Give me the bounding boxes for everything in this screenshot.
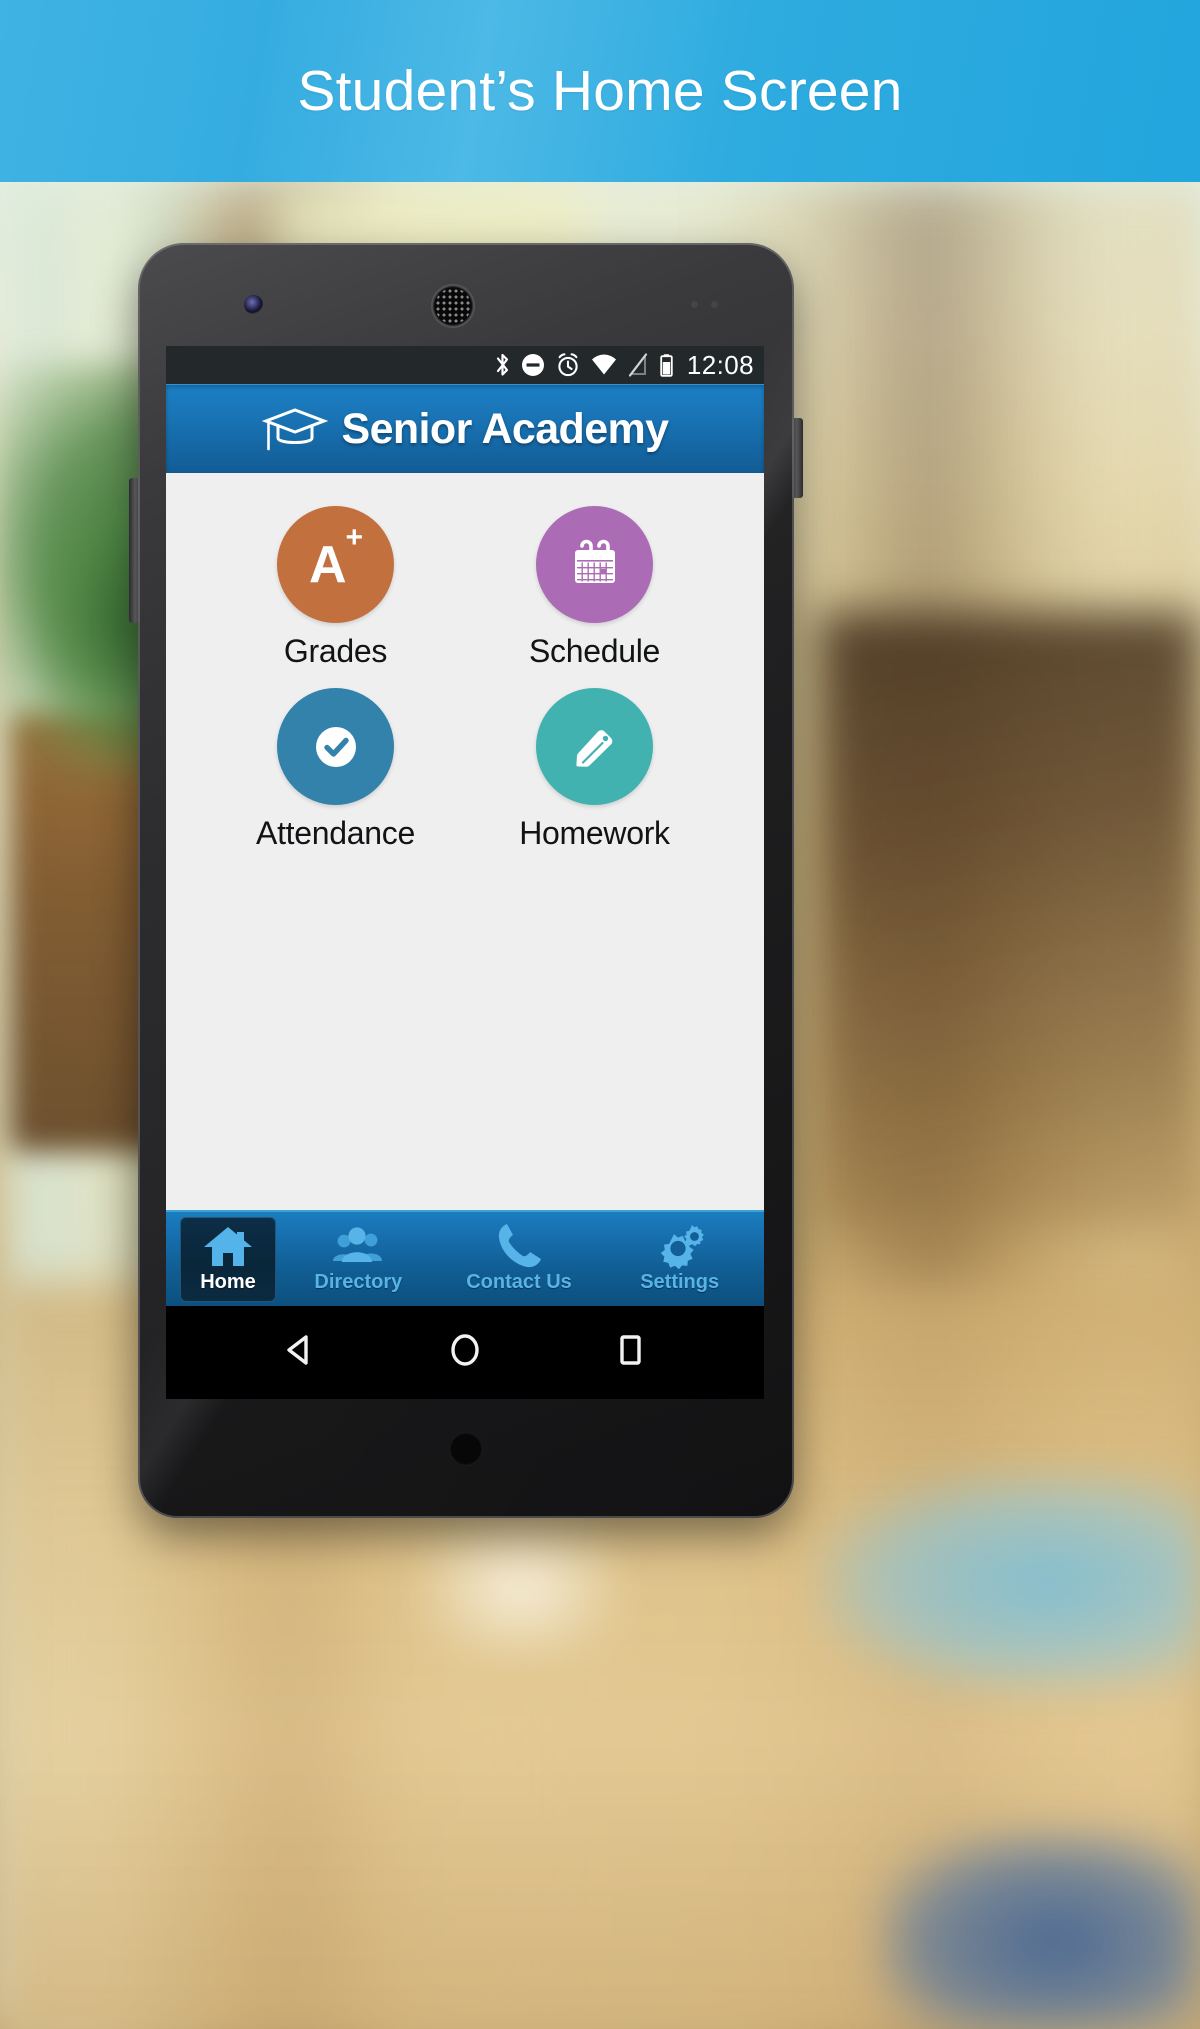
people-icon <box>330 1222 386 1270</box>
app-content: A+ Grades Schedule Attendance Homework <box>166 473 764 1210</box>
tile-grades[interactable]: A+ Grades <box>206 506 465 670</box>
tab-home[interactable]: Home <box>180 1217 276 1302</box>
wifi-icon <box>591 354 616 375</box>
phone-screen: 12:08 Senior Academy A+ Grades Schedule … <box>166 346 764 1399</box>
phone-mockup: 12:08 Senior Academy A+ Grades Schedule … <box>129 243 803 1518</box>
circle-home-icon <box>451 1334 479 1366</box>
home-capacitive-area <box>449 1432 483 1466</box>
proximity-sensor-icon <box>691 301 698 308</box>
app-title: Senior Academy <box>341 404 670 453</box>
tile-label-schedule: Schedule <box>528 633 661 669</box>
a-plus-icon: A+ <box>308 520 363 594</box>
triangle-back-icon <box>287 1335 309 1365</box>
signal-icon <box>628 353 648 377</box>
tab-label-contact-us: Contact Us <box>466 1271 572 1293</box>
status-bar: 12:08 <box>166 346 764 384</box>
tile-label-grades: Grades <box>283 633 388 669</box>
tab-label-directory: Directory <box>314 1271 403 1293</box>
bg-blue-rug-2 <box>880 1832 1200 2029</box>
tab-settings[interactable]: Settings <box>601 1217 758 1302</box>
volume-button[interactable] <box>129 478 140 623</box>
gears-icon <box>653 1222 707 1270</box>
status-bar-time: 12:08 <box>686 350 754 380</box>
home-icon <box>202 1222 254 1270</box>
alarm-icon <box>558 353 578 377</box>
attendance-icon-circle[interactable] <box>277 688 394 805</box>
phone-icon <box>494 1222 544 1270</box>
home-button[interactable] <box>444 1329 486 1376</box>
earpiece-speaker-icon <box>432 285 474 327</box>
home-tile-grid: A+ Grades Schedule Attendance Homework <box>206 506 724 852</box>
tile-label-homework: Homework <box>519 815 670 851</box>
android-nav-bar <box>166 1306 764 1399</box>
square-recents-icon <box>619 1335 641 1365</box>
schedule-icon-circle[interactable] <box>536 506 653 623</box>
bg-blue-rug <box>820 1472 1200 1692</box>
recents-button[interactable] <box>609 1329 651 1376</box>
page-title: Student’s Home Screen <box>297 59 903 123</box>
back-button[interactable] <box>279 1329 321 1376</box>
do-not-disturb-icon <box>521 354 544 376</box>
tile-schedule[interactable]: Schedule <box>465 506 724 670</box>
calendar-icon <box>574 539 615 583</box>
pencil-tag-icon <box>575 729 612 767</box>
check-circle-icon <box>315 726 356 767</box>
graduation-cap-icon <box>261 408 328 451</box>
battery-icon <box>660 354 673 377</box>
light-sensor-icon <box>711 301 718 308</box>
bg-dark-furniture <box>820 612 1200 1232</box>
bottom-tab-bar: Home Directory Contact Us Settings <box>166 1210 764 1306</box>
page-banner: Student’s Home Screen <box>0 0 1200 182</box>
bluetooth-icon <box>496 353 509 376</box>
speaker-mesh <box>435 288 471 324</box>
tile-homework[interactable]: Homework <box>465 688 724 852</box>
tab-contact-us[interactable]: Contact Us <box>441 1217 598 1302</box>
grades-icon-circle[interactable]: A+ <box>277 506 394 623</box>
tile-label-attendance: Attendance <box>256 815 415 851</box>
tile-attendance[interactable]: Attendance <box>206 688 465 852</box>
homework-icon-circle[interactable] <box>536 688 653 805</box>
tab-label-home: Home <box>200 1271 256 1293</box>
tab-directory[interactable]: Directory <box>280 1217 437 1302</box>
power-button[interactable] <box>792 418 803 498</box>
bg-light-spot <box>420 1512 620 1662</box>
front-camera-icon <box>244 295 263 314</box>
tab-label-settings: Settings <box>640 1271 720 1293</box>
app-header: Senior Academy <box>166 384 764 473</box>
